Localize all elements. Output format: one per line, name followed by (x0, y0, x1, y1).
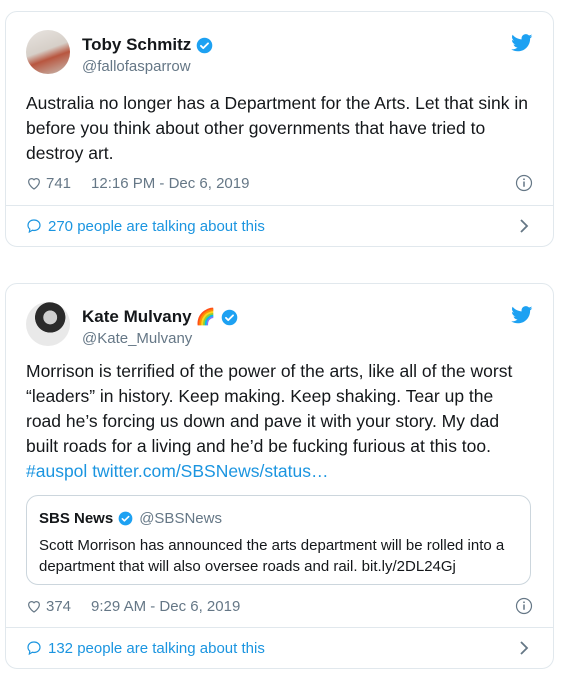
tweet-text-line: Morrison is terrified of the power of th… (26, 361, 513, 381)
twitter-bird-icon[interactable] (511, 306, 533, 324)
quoted-text: Scott Morrison has announced the arts de… (39, 537, 505, 575)
author-name[interactable]: Toby Schmitz (82, 35, 191, 55)
divider (6, 627, 553, 628)
tweet-text-line: “leaders” in history. Keep making. Keep … (26, 386, 494, 406)
like-count[interactable]: 741 (46, 175, 71, 192)
heart-icon[interactable] (26, 175, 42, 191)
speech-bubble-icon (27, 641, 41, 656)
talking-link[interactable]: 132 people are talking about this (26, 637, 533, 659)
tweet-text-line: built roads for a living and he’d be fuc… (26, 436, 491, 456)
tweet-card[interactable]: Toby Schmitz @fallofasparrow Australia n… (5, 11, 554, 247)
talking-link[interactable]: 270 people are talking about this (26, 215, 533, 237)
info-icon[interactable] (515, 174, 533, 192)
author-block[interactable]: Kate Mulvany 🌈 @Kate_Mulvany (82, 306, 238, 347)
timestamp[interactable]: 12:16 PM - Dec 6, 2019 (91, 175, 249, 192)
tweet-text: Australia no longer has a Department for… (26, 93, 528, 163)
like-count[interactable]: 374 (46, 598, 71, 615)
verified-badge-icon (196, 37, 213, 53)
author-handle[interactable]: @fallofasparrow (82, 58, 213, 75)
talking-text[interactable]: 270 people are talking about this (48, 218, 265, 235)
quoted-author-name: SBS News (39, 509, 114, 527)
twitter-bird-icon[interactable] (511, 34, 533, 52)
author-block[interactable]: Toby Schmitz @fallofasparrow (82, 34, 213, 75)
chevron-right-icon[interactable] (519, 641, 529, 655)
chevron-right-icon[interactable] (519, 219, 529, 233)
tweet-header: Toby Schmitz @fallofasparrow (26, 30, 533, 76)
tweet-text-line: road he’s forcing us down and pave it wi… (26, 411, 500, 431)
quoted-tweet[interactable]: SBS News @SBSNews Scott Morrison has ann… (26, 495, 531, 585)
author-handle[interactable]: @Kate_Mulvany (82, 330, 238, 347)
verified-badge-icon (118, 511, 133, 525)
verified-badge-icon (221, 309, 237, 325)
tweet-meta: 741 12:16 PM - Dec 6, 2019 (26, 172, 533, 194)
tweet-meta: 374 9:29 AM - Dec 6, 2019 (26, 595, 533, 617)
talking-text[interactable]: 132 people are talking about this (48, 640, 265, 657)
quoted-author-handle: @SBSNews (139, 509, 222, 527)
url-link[interactable]: twitter.com/SBSNews/status… (92, 461, 328, 481)
avatar[interactable] (26, 302, 70, 346)
tweet-card[interactable]: Kate Mulvany 🌈 @Kate_Mulvany Morrison is… (5, 283, 554, 669)
info-icon[interactable] (515, 597, 533, 615)
avatar[interactable] (26, 30, 70, 74)
author-name[interactable]: Kate Mulvany (82, 307, 192, 327)
tweet-header: Kate Mulvany 🌈 @Kate_Mulvany (26, 302, 533, 348)
hashtag-link[interactable]: #auspol (26, 461, 87, 481)
speech-bubble-icon (27, 219, 41, 234)
rainbow-emoji: 🌈 (195, 309, 216, 326)
divider (6, 205, 553, 206)
tweet-text: Morrison is terrified of the power of th… (26, 359, 531, 484)
heart-icon[interactable] (26, 598, 42, 614)
timestamp[interactable]: 9:29 AM - Dec 6, 2019 (91, 598, 240, 615)
